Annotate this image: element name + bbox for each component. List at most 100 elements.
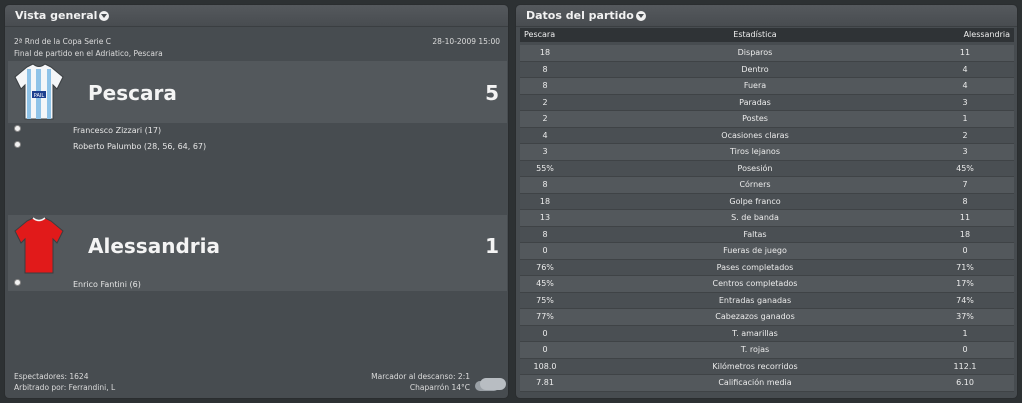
referee-label[interactable]: Arbitrado por: Ferrandini, L — [14, 383, 115, 392]
table-row: 76% Pases completados 71% — [520, 259, 1014, 276]
stat-away-value: 6.10 — [956, 378, 974, 387]
column-home[interactable]: Pescara — [524, 30, 555, 39]
home-team-name[interactable]: Pescara — [88, 81, 177, 105]
home-scorer-1[interactable]: Francesco Zizzari (17) — [73, 126, 161, 135]
stat-home-value: 76% — [536, 262, 554, 272]
stat-name: T. rojas — [740, 345, 770, 354]
attendance-label: Espectadores: 1624 — [14, 372, 89, 381]
football-icon — [14, 279, 21, 286]
table-row: 55% Posesión 45% — [520, 160, 1014, 177]
stat-away-value: 7 — [962, 180, 968, 189]
table-row: 18 Disparos 11 — [520, 45, 1014, 62]
stat-name: Posesión — [737, 163, 773, 173]
stat-home-value: 4 — [542, 130, 548, 140]
stat-away-value: 3 — [962, 147, 968, 156]
stat-away-value: 1 — [962, 114, 968, 123]
stat-home-value: 8 — [542, 64, 548, 74]
column-stat: Estadística — [733, 30, 777, 39]
away-team-name[interactable]: Alessandria — [88, 234, 220, 258]
table-row: 0 T. rojas 0 — [520, 342, 1014, 359]
overview-header[interactable]: Vista general — [5, 5, 508, 27]
home-shirt-icon: PAIL — [14, 63, 64, 120]
table-row: 8 Dentro 4 — [520, 61, 1014, 78]
stat-away-value: 0 — [962, 345, 968, 354]
stat-name: Ocasiones claras — [721, 130, 789, 140]
table-row: 8 Faltas 18 — [520, 226, 1014, 243]
match-stats-title: Datos del partido — [526, 9, 634, 22]
match-date: 28-10-2009 15:00 — [432, 37, 500, 46]
stat-home-value: 0 — [542, 345, 548, 354]
stat-away-value: 45% — [956, 163, 974, 173]
column-away[interactable]: Alessandria — [964, 30, 1010, 39]
stat-away-value: 18 — [959, 229, 971, 239]
table-row: 75% Entradas ganadas 74% — [520, 292, 1014, 309]
table-row: 3 Tiros lejanos 3 — [520, 144, 1014, 161]
stat-away-value: 8 — [962, 196, 968, 206]
table-row: 8 Córners 7 — [520, 177, 1014, 194]
stat-away-value: 17% — [956, 279, 974, 288]
table-row: 7.81 Calificación media 6.10 — [520, 375, 1014, 392]
stat-home-value: 0 — [542, 328, 548, 338]
overview-title: Vista general — [15, 9, 98, 22]
halftime-score-label: Marcador al descanso: 2:1 — [371, 372, 470, 381]
stat-name: S. de banda — [731, 213, 779, 222]
stat-name: Postes — [742, 114, 768, 123]
stat-home-value: 18 — [539, 196, 551, 206]
match-stats-header[interactable]: Datos del partido — [516, 5, 1017, 27]
home-scorer-2[interactable]: Roberto Palumbo (28, 56, 64, 67) — [73, 142, 206, 151]
stat-name: Fuera — [743, 81, 767, 90]
stat-away-value: 37% — [956, 312, 974, 321]
table-row: 2 Paradas 3 — [520, 94, 1014, 111]
stat-away-value: 1 — [962, 328, 968, 338]
stat-name: Fueras de juego — [723, 246, 787, 255]
home-team-score: 5 — [485, 81, 499, 105]
away-team-band — [8, 215, 507, 277]
table-row: 45% Centros completados 17% — [520, 276, 1014, 293]
table-row: 77% Cabezazos ganados 37% — [520, 309, 1014, 326]
stat-name: Dentro — [741, 64, 769, 74]
stat-name: Kilómetros recorridos — [712, 361, 798, 371]
stat-home-value: 75% — [536, 295, 554, 305]
stat-home-value: 108.0 — [533, 361, 557, 371]
stat-home-value: 3 — [542, 147, 548, 156]
table-row: 4 Ocasiones claras 2 — [520, 127, 1014, 144]
stat-home-value: 8 — [542, 229, 548, 239]
stat-name: Golpe franco — [729, 196, 781, 206]
stat-name: Faltas — [743, 229, 767, 239]
stat-away-value: 112.1 — [953, 361, 977, 371]
away-team-score: 1 — [485, 234, 499, 258]
stat-home-value: 2 — [542, 114, 548, 123]
table-row: 108.0 Kilómetros recorridos 112.1 — [520, 358, 1014, 375]
stats-column-header: Pescara Estadística Alessandria — [520, 28, 1014, 42]
stat-home-value: 77% — [536, 312, 554, 321]
stat-home-value: 18 — [539, 48, 551, 57]
table-row: 2 Postes 1 — [520, 111, 1014, 128]
table-row: 13 S. de banda 11 — [520, 210, 1014, 227]
stat-name: Calificación media — [718, 378, 792, 387]
dropdown-arrow-icon[interactable] — [635, 10, 646, 21]
table-row: 0 T. amarillas 1 — [520, 325, 1014, 342]
table-row: 8 Fuera 4 — [520, 78, 1014, 95]
stat-name: Disparos — [737, 48, 773, 57]
stat-name: Cabezazos ganados — [715, 312, 795, 321]
stat-home-value: 13 — [539, 213, 551, 222]
away-scorer-1[interactable]: Enrico Fantini (6) — [73, 280, 141, 289]
stat-away-value: 71% — [956, 262, 974, 272]
stat-away-value: 0 — [962, 246, 968, 255]
stat-home-value: 45% — [536, 279, 554, 288]
stat-away-value: 4 — [962, 64, 968, 74]
stat-name: Córners — [739, 180, 771, 189]
away-shirt-icon — [14, 217, 64, 274]
stat-away-value: 11 — [959, 48, 971, 57]
match-stats-panel: Datos del partido Pescara Estadística Al… — [515, 4, 1018, 399]
stat-home-value: 8 — [542, 81, 548, 90]
stat-name: Entradas ganadas — [718, 295, 792, 305]
stat-name: Centros completados — [712, 279, 798, 288]
stat-name: T. amarillas — [732, 328, 778, 338]
dropdown-arrow-icon[interactable] — [99, 10, 110, 21]
stats-table: 18 Disparos 11 8 Dentro 4 8 Fuera 4 2 Paradas 3 2 Pos… — [520, 45, 1014, 392]
stat-home-value: 2 — [542, 97, 548, 107]
football-icon — [14, 125, 21, 132]
stat-away-value: 74% — [956, 295, 974, 305]
overview-panel: Vista general 2ª Rnd de la Copa Serie C … — [4, 4, 509, 399]
